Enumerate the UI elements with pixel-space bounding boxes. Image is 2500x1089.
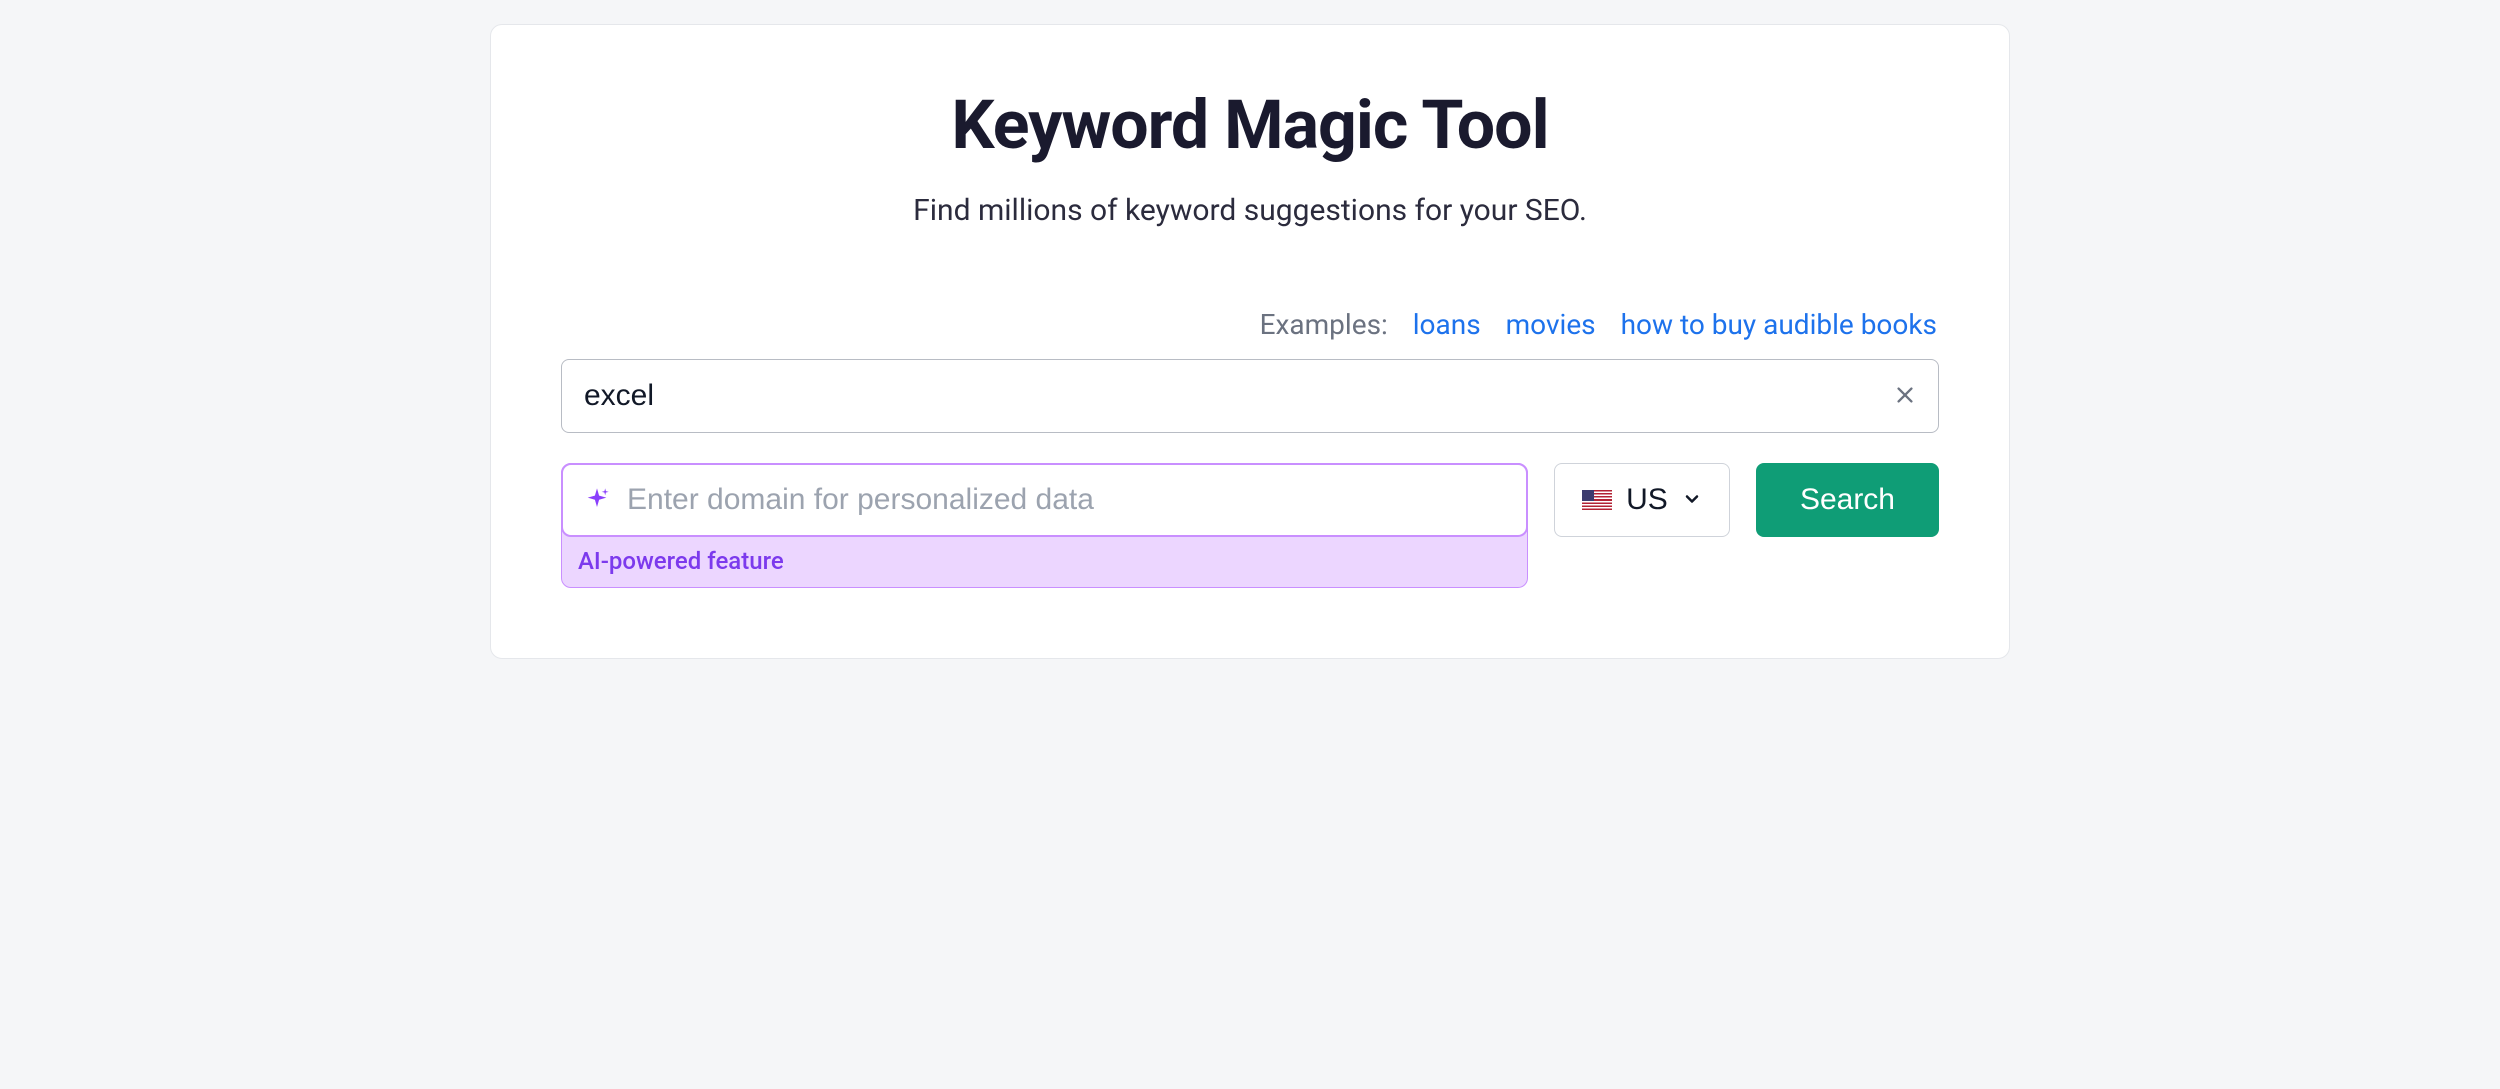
example-link-audible[interactable]: how to buy audible books bbox=[1621, 308, 1937, 341]
ai-feature-caption: AI-powered feature bbox=[562, 537, 1527, 587]
clear-button[interactable] bbox=[1889, 380, 1921, 412]
domain-block: AI-powered feature bbox=[561, 463, 1528, 588]
examples-row: Examples: loans movies how to buy audibl… bbox=[561, 308, 1939, 341]
second-row: AI-powered feature US Search bbox=[561, 463, 1939, 588]
country-select[interactable]: US bbox=[1554, 463, 1730, 537]
country-code-label: US bbox=[1626, 483, 1668, 517]
chevron-down-icon bbox=[1682, 483, 1702, 517]
sparkle-icon bbox=[583, 486, 611, 514]
domain-input-wrap bbox=[561, 463, 1528, 537]
keyword-input[interactable] bbox=[561, 359, 1939, 433]
page-subtitle: Find millions of keyword suggestions for… bbox=[561, 193, 1939, 228]
us-flag-icon bbox=[1582, 490, 1612, 510]
close-icon bbox=[1894, 384, 1916, 409]
main-card: Keyword Magic Tool Find millions of keyw… bbox=[490, 24, 2010, 659]
example-link-loans[interactable]: loans bbox=[1413, 308, 1481, 341]
search-button[interactable]: Search bbox=[1756, 463, 1939, 537]
keyword-input-wrap bbox=[561, 359, 1939, 433]
page-title: Keyword Magic Tool bbox=[561, 85, 1939, 165]
examples-label: Examples: bbox=[1260, 308, 1388, 341]
domain-input[interactable] bbox=[627, 483, 1506, 517]
example-link-movies[interactable]: movies bbox=[1506, 308, 1596, 341]
